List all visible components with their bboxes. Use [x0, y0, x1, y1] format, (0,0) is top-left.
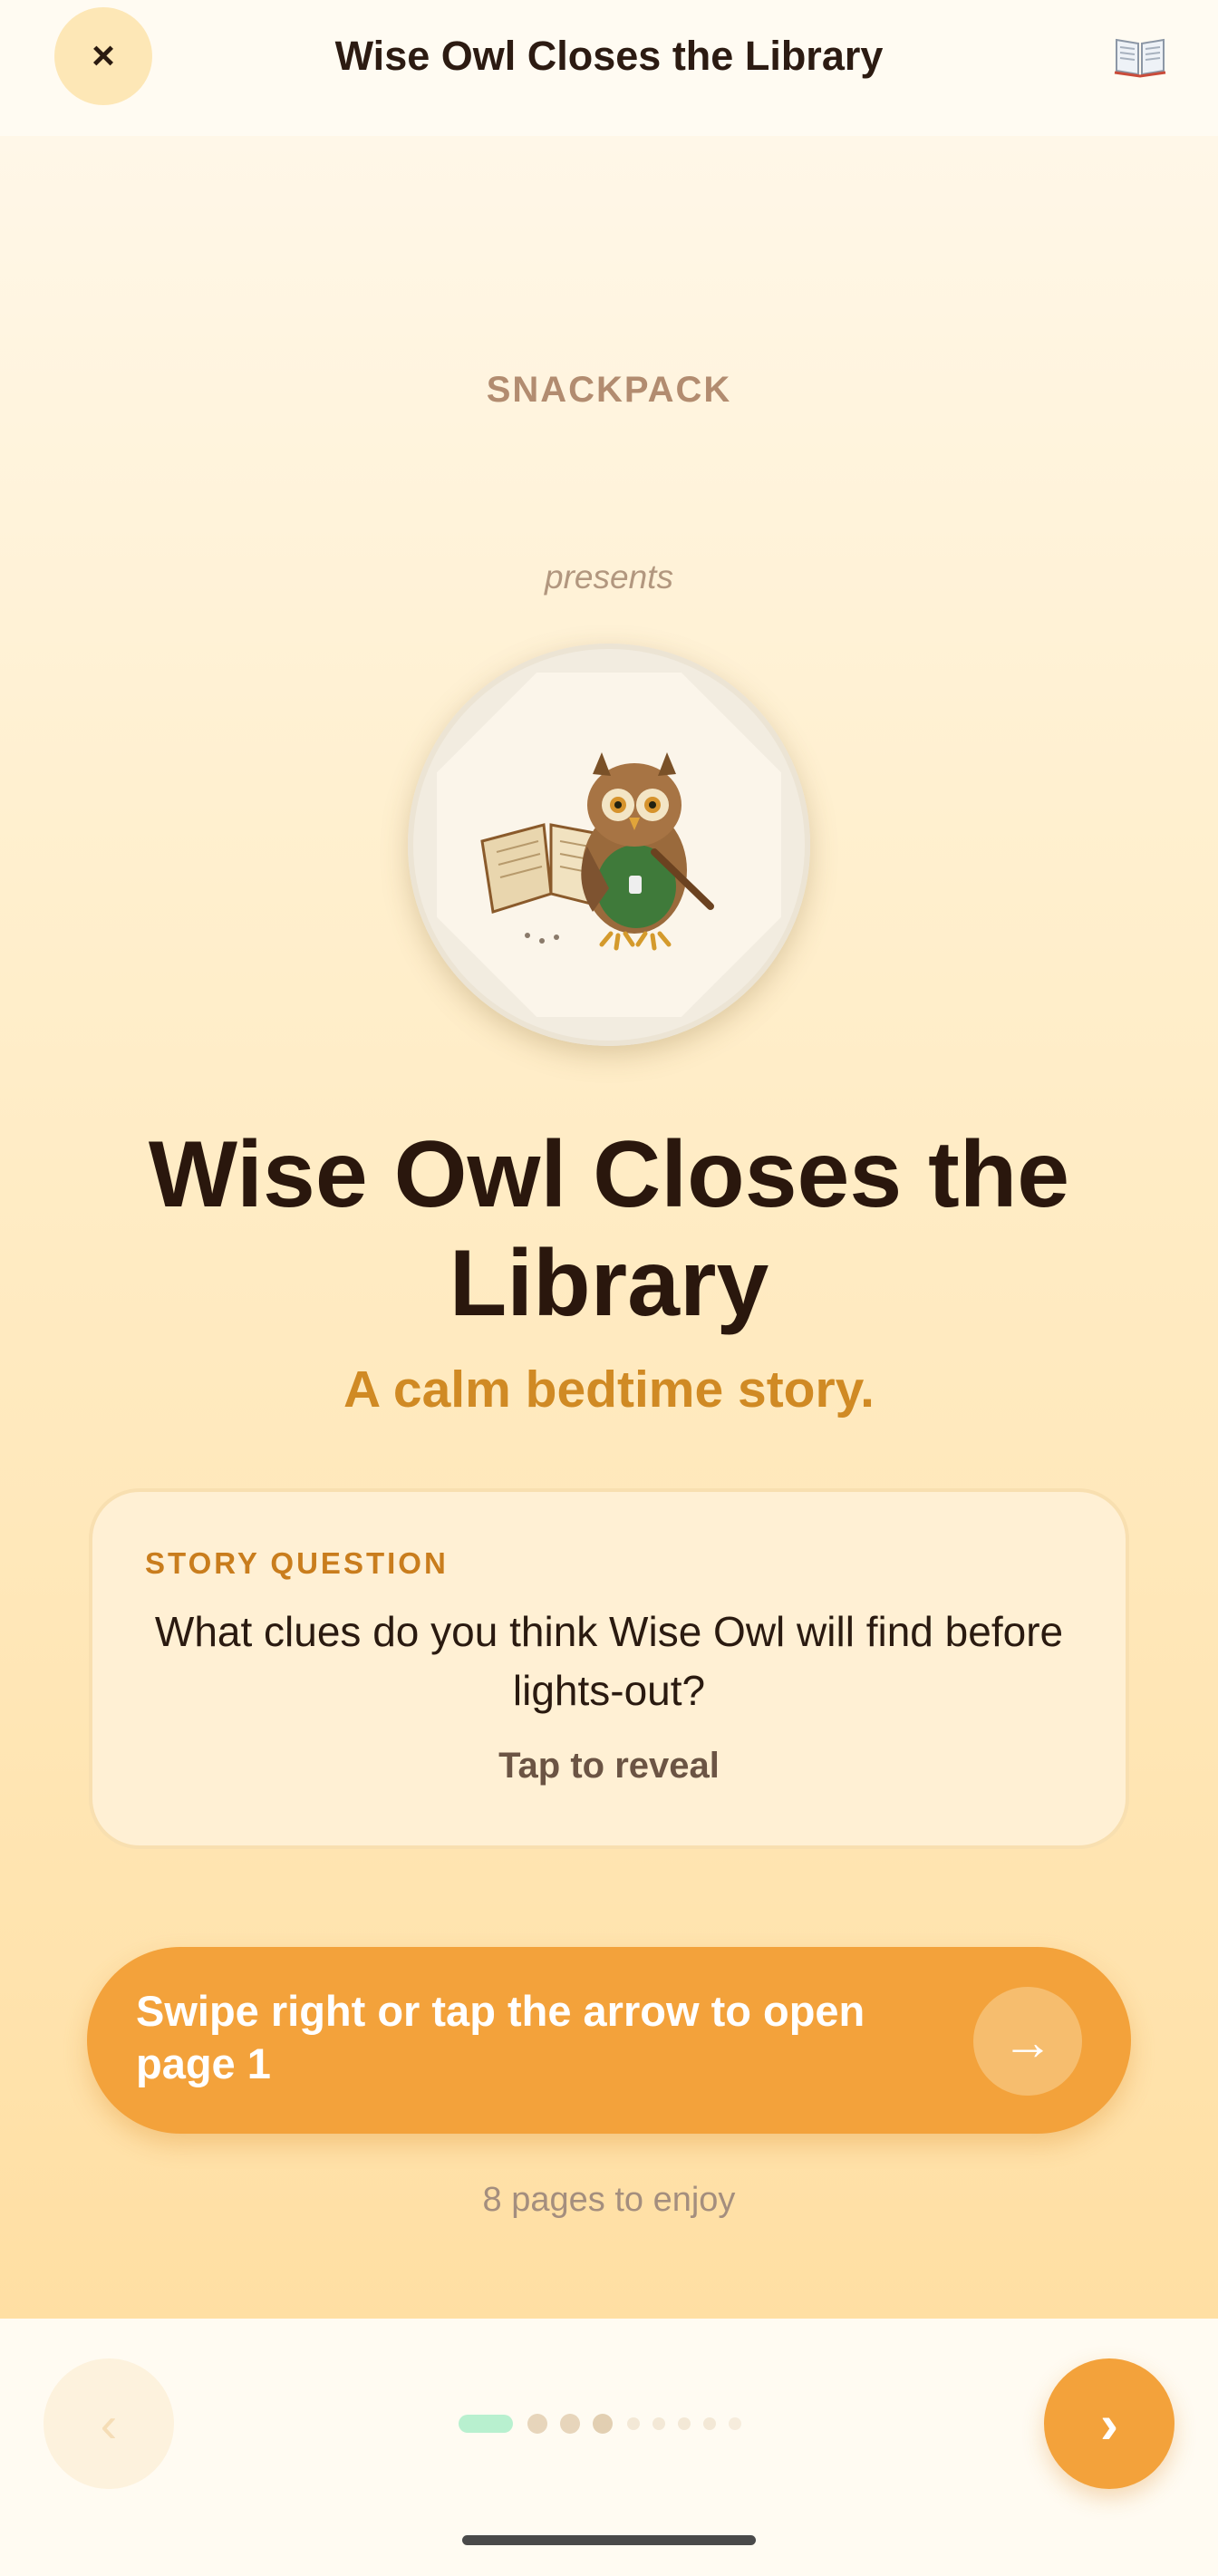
top-bar: × Wise Owl Closes the Library: [0, 0, 1218, 136]
cta-label: Swipe right or tap the arrow to open pag…: [136, 1987, 865, 2087]
question-text: What clues do you think Wise Owl will fi…: [154, 1608, 1064, 1714]
question-label: STORY QUESTION: [145, 1546, 449, 1580]
open-book-icon[interactable]: [1113, 31, 1167, 82]
page-dot[interactable]: [703, 2417, 716, 2430]
header-title: Wise Owl Closes the Library: [334, 33, 884, 79]
arrow-right-icon[interactable]: →: [973, 1987, 1082, 2096]
story-cover: SNACKPACK presents Wise Owl Closes the L…: [0, 136, 1218, 2319]
story-question-card[interactable]: STORY QUESTION What clues do you think W…: [89, 1488, 1129, 1849]
reveal-button[interactable]: Tap to reveal: [92, 1746, 1126, 1787]
page-dot[interactable]: [527, 2414, 547, 2434]
bottom-navigation: ‹ ›: [0, 2319, 1218, 2576]
page-dot[interactable]: [678, 2417, 691, 2430]
previous-page-button[interactable]: ‹: [44, 2358, 174, 2489]
brand-name: SNACKPACK: [486, 370, 732, 410]
story-subtitle: A calm bedtime story.: [343, 1361, 875, 1419]
home-indicator[interactable]: [462, 2535, 756, 2545]
page-dot[interactable]: [593, 2414, 613, 2434]
page-dot-active[interactable]: [459, 2415, 513, 2433]
owl-with-book-illustration: [480, 752, 714, 951]
page-dot[interactable]: [652, 2417, 665, 2430]
story-title: Wise Owl Closes the Library: [148, 1122, 1070, 1336]
page-dot[interactable]: [560, 2414, 580, 2434]
chevron-right-icon: ›: [1100, 2393, 1118, 2455]
cover-illustration: [408, 644, 810, 1046]
presents-label: presents: [545, 558, 673, 596]
pages-count: 8 pages to enjoy: [482, 2181, 736, 2219]
page-dot[interactable]: [729, 2417, 741, 2430]
page-dot[interactable]: [627, 2417, 640, 2430]
chevron-left-icon: ‹: [100, 2395, 118, 2453]
next-page-button[interactable]: ›: [1044, 2358, 1174, 2489]
open-page-button[interactable]: Swipe right or tap the arrow to open pag…: [87, 1947, 1131, 2134]
